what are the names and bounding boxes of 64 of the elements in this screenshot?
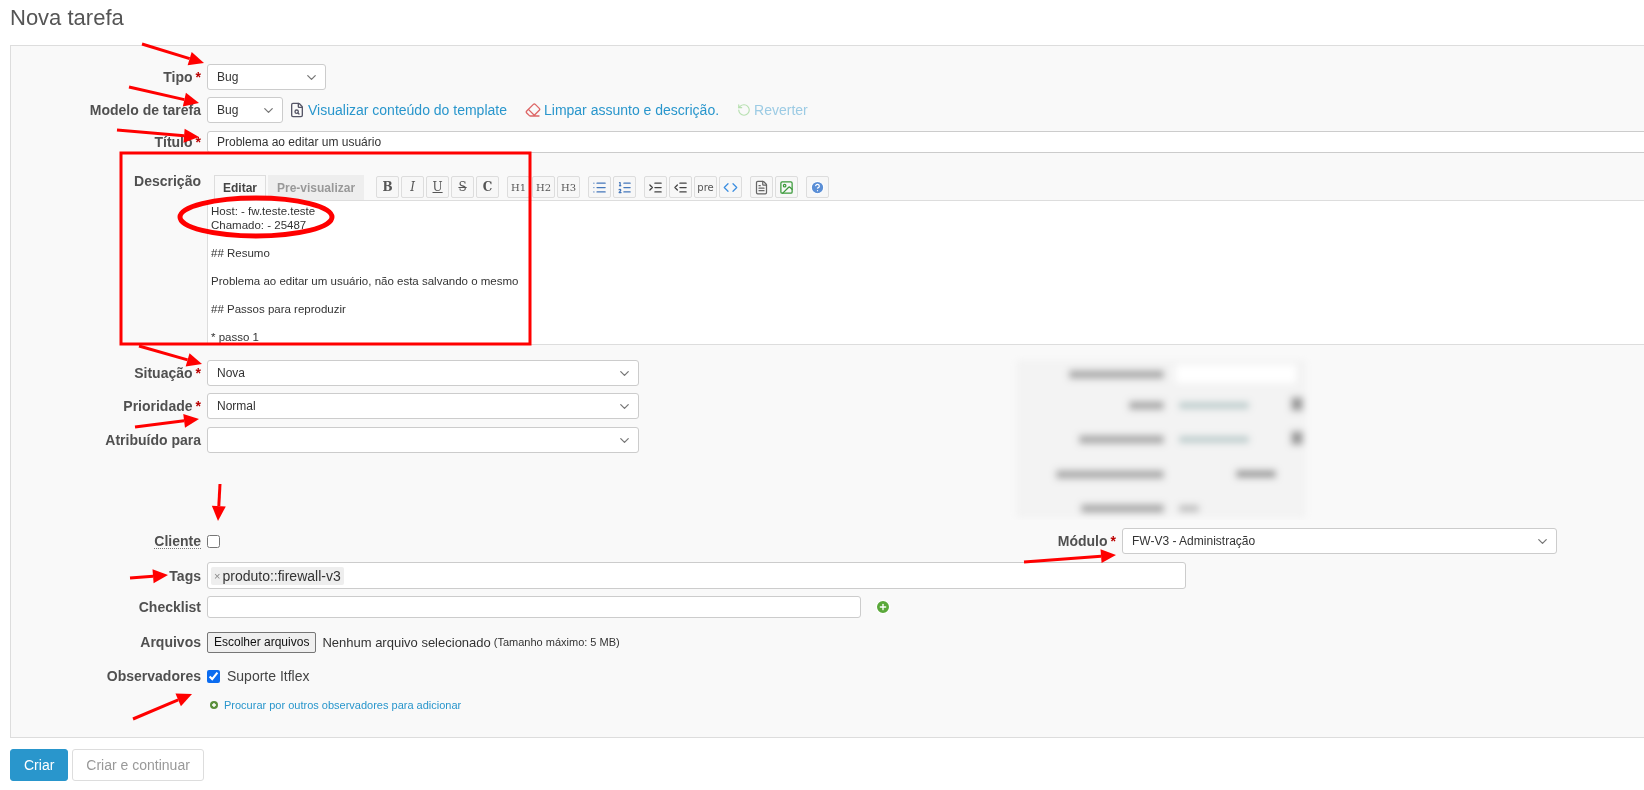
type-select[interactable]: Bug xyxy=(207,64,326,90)
toolbar-button[interactable] xyxy=(588,176,612,198)
client-checkbox[interactable] xyxy=(207,534,220,548)
field-label: Modelo de tarefa xyxy=(89,103,201,117)
priority-select[interactable]: Normal xyxy=(207,393,639,419)
toolbar-button[interactable]: H3 xyxy=(557,176,581,198)
toolbar-button[interactable] xyxy=(613,176,637,198)
undo-icon xyxy=(737,103,752,117)
toolbar-button[interactable]: S xyxy=(451,176,475,198)
toolbar-button[interactable] xyxy=(750,176,774,198)
status-select[interactable]: Nova xyxy=(207,360,639,386)
toolbar-button[interactable] xyxy=(806,176,830,198)
toolbar-button[interactable] xyxy=(775,176,799,198)
checklist-input[interactable] xyxy=(207,596,861,618)
arrow-annotation xyxy=(211,483,226,521)
template-select[interactable]: Bug xyxy=(207,97,283,123)
toolbar-button[interactable]: B xyxy=(376,176,400,198)
toolbar-button[interactable]: H1 xyxy=(507,176,531,198)
arrow-annotation xyxy=(141,42,204,66)
tag-chip: ×produto::firewall-v3 xyxy=(211,566,344,585)
toolbar-button[interactable]: H2 xyxy=(532,176,556,198)
add-icon[interactable] xyxy=(875,599,891,615)
field-label: Observadores xyxy=(106,669,201,683)
add-icon xyxy=(210,701,218,709)
toolbar-button[interactable] xyxy=(644,176,668,198)
outdent-icon xyxy=(673,179,689,195)
toolbar-button[interactable]: U xyxy=(426,176,450,198)
title-input[interactable]: Problema ao editar um usuário xyxy=(207,131,1644,153)
description-editor[interactable]: Host: - fw.teste.teste Chamado: - 25487 ## Resumo Problema ao editar um usuário, não esta salvando o mesmo ## Passos para reproduzir * passo 1 xyxy=(207,200,1644,345)
toolbar-button[interactable] xyxy=(719,176,743,198)
max-size-hint: (Tamanho máximo: 5 MB) xyxy=(493,636,620,648)
toolbar-button[interactable]: pre xyxy=(694,176,718,198)
toolbar-button[interactable]: C xyxy=(476,176,500,198)
field-label: Checklist xyxy=(138,600,201,614)
help-icon xyxy=(810,179,826,195)
module-select[interactable]: FW-V3 - Administração xyxy=(1122,528,1557,554)
field-label: Módulo * xyxy=(1057,534,1116,548)
page-title: Nova tarefa xyxy=(10,4,125,32)
watcher-checkbox[interactable] xyxy=(207,669,220,683)
field-label: Arquivos xyxy=(140,635,201,649)
eraser-icon xyxy=(525,102,541,118)
arrow-annotation xyxy=(138,344,202,367)
image-icon xyxy=(779,179,795,195)
file-status: Nenhum arquivo selecionado xyxy=(322,634,491,650)
arrow-annotation xyxy=(129,569,168,584)
field-label: Tipo * xyxy=(163,70,201,84)
document-icon xyxy=(754,179,770,195)
bullet-list-icon xyxy=(592,179,608,195)
field-label: Tags xyxy=(169,568,201,583)
numbered-list-icon xyxy=(617,179,633,195)
arrow-annotation xyxy=(132,693,192,721)
toolbar-button[interactable]: I xyxy=(401,176,425,198)
tags-field[interactable]: ×produto::firewall-v3 xyxy=(207,562,1186,589)
choose-files-button[interactable]: Escolher arquivos xyxy=(207,631,317,653)
arrow-annotation xyxy=(134,413,199,429)
field-label: Situação * xyxy=(134,366,201,380)
indent-icon xyxy=(648,179,664,195)
field-label: Descrição xyxy=(134,174,201,188)
document-search-icon xyxy=(289,102,305,118)
field-label: Atribuído para xyxy=(105,433,201,447)
watcher-name: Suporte Itflex xyxy=(227,668,310,684)
field-label: Cliente xyxy=(154,533,201,549)
field-label: Prioridade * xyxy=(123,399,201,413)
toolbar-button[interactable] xyxy=(669,176,693,198)
